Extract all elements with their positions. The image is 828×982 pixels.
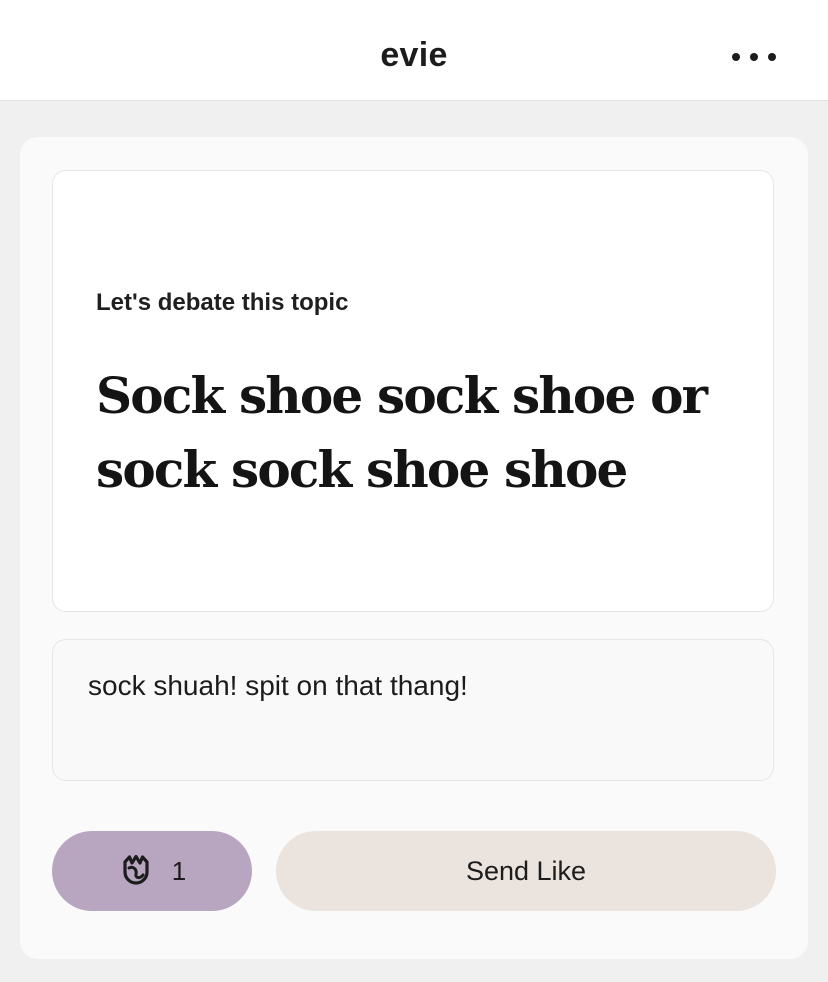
prompt-card: Let's debate this topic Sock shoe sock s… (52, 170, 774, 612)
rose-icon (123, 854, 149, 885)
prompt-text: Sock shoe sock shoe or sock sock shoe sh… (96, 366, 708, 499)
prompt-label: Let's debate this topic (96, 289, 349, 316)
comment-text: sock shuah! spit on that thang! (88, 670, 468, 701)
rose-count: 1 (171, 855, 187, 886)
like-card: Let's debate this topic Sock shoe sock s… (20, 137, 808, 959)
profile-name: evie (380, 36, 448, 74)
top-bar: evie (0, 0, 828, 101)
more-dot (768, 53, 776, 61)
send-rose-button[interactable]: 1 (52, 831, 252, 911)
send-like-button[interactable]: Send Like (276, 831, 776, 911)
more-dot (732, 53, 740, 61)
more-options-icon[interactable] (732, 44, 776, 70)
comment-input[interactable]: sock shuah! spit on that thang! (52, 639, 774, 781)
more-dot (750, 53, 758, 61)
